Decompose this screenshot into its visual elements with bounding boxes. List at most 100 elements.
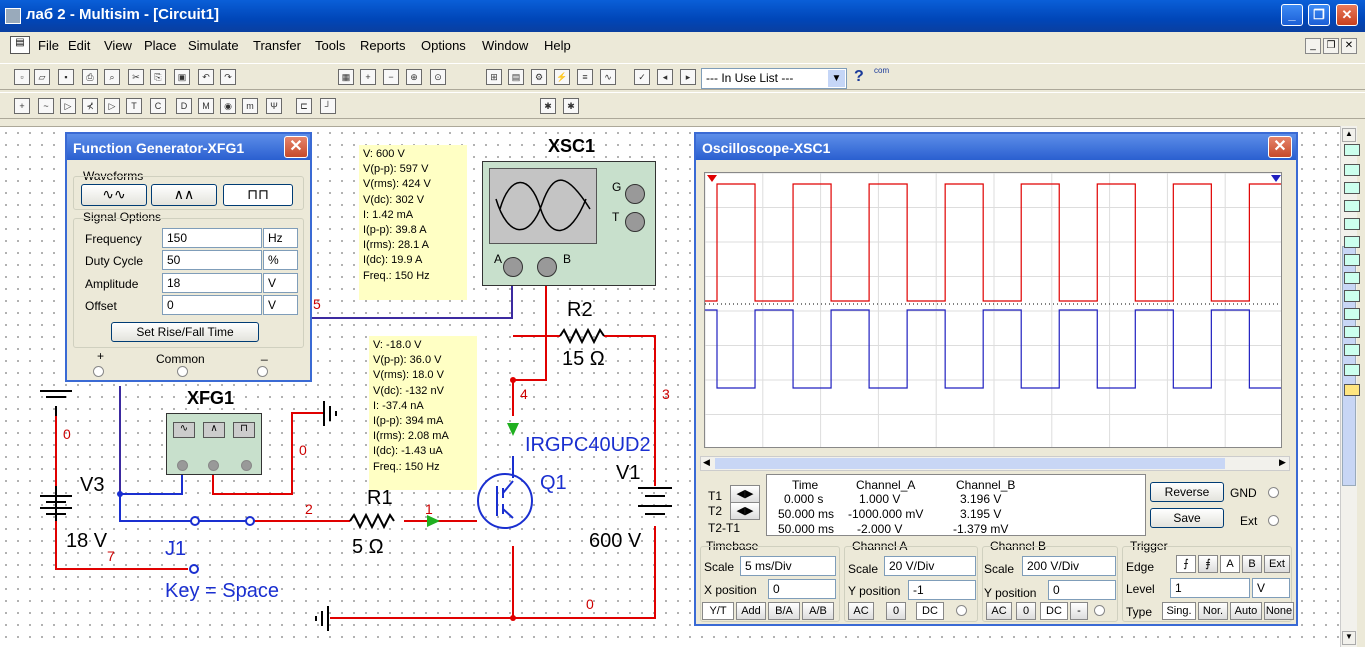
type-normal-button[interactable]: Nor. <box>1198 602 1228 620</box>
function-generator-icon[interactable] <box>1344 164 1360 176</box>
menu-edit[interactable]: Edit <box>68 38 90 53</box>
type-auto-button[interactable]: Auto <box>1230 602 1262 620</box>
trigger-a-button[interactable]: A <box>1220 555 1240 573</box>
duty-cycle-unit[interactable]: % <box>263 250 298 270</box>
open-icon[interactable]: ▱ <box>34 69 50 85</box>
scroll-down-icon[interactable]: ▼ <box>1342 631 1356 645</box>
xfg1-terminal-minus[interactable] <box>241 460 252 471</box>
mdi-close-button[interactable]: ✕ <box>1341 38 1357 54</box>
misc-icon[interactable]: m <box>242 98 258 114</box>
scope-display[interactable] <box>704 172 1282 448</box>
square-wave-button[interactable]: ⊓⊓ <box>223 184 293 206</box>
menu-view[interactable]: View <box>104 38 132 53</box>
component-wizard-icon[interactable]: ⚡ <box>554 69 570 85</box>
erc-icon[interactable]: ✓ <box>634 69 650 85</box>
gnd-radio[interactable] <box>1268 487 1279 498</box>
new-icon[interactable]: ▫ <box>14 69 30 85</box>
x-position-input[interactable]: 0 <box>768 579 836 599</box>
add-button[interactable]: Add <box>736 602 766 620</box>
channel-a-radio[interactable] <box>956 605 967 616</box>
frequency-input[interactable]: 150 <box>162 228 262 248</box>
print-icon[interactable]: ⎙ <box>82 69 98 85</box>
zoom-in-icon[interactable]: + <box>360 69 376 85</box>
freq-counter-icon[interactable] <box>1344 254 1360 266</box>
xfg1-terminal-common[interactable] <box>208 460 219 471</box>
scroll-right-icon[interactable]: ▶ <box>1279 457 1286 468</box>
scope-hscroll[interactable]: ◀ ▶ <box>700 456 1290 471</box>
channel-a-zero-button[interactable]: 0 <box>886 602 906 620</box>
database-icon[interactable]: ⚙ <box>531 69 547 85</box>
xsc1-terminal-b[interactable] <box>537 257 557 277</box>
channel-b-minus-button[interactable]: - <box>1070 602 1088 620</box>
duty-cycle-input[interactable]: 50 <box>162 250 262 270</box>
xfg1-symbol[interactable]: ∿ ∧ ⊓ <box>166 413 262 475</box>
multimeter-icon[interactable] <box>1344 144 1360 156</box>
offset-unit-select[interactable]: V <box>263 295 298 315</box>
channel-b-ac-button[interactable]: AC <box>986 602 1012 620</box>
copy-icon[interactable]: ⎘ <box>150 69 166 85</box>
basic-icon[interactable]: ~ <box>38 98 54 114</box>
triangle-wave-button[interactable]: ∧∧ <box>151 184 217 206</box>
zoom-area-icon[interactable]: ⊕ <box>406 69 422 85</box>
channel-a-dc-button[interactable]: DC <box>916 602 944 620</box>
zoom-out-icon[interactable]: − <box>383 69 399 85</box>
menu-place[interactable]: Place <box>144 38 177 53</box>
xsc1-terminal-a[interactable] <box>503 257 523 277</box>
doc-icon[interactable]: ▤ <box>10 36 30 54</box>
offset-input[interactable]: 0 <box>162 295 262 315</box>
mixed-icon[interactable]: M <box>198 98 214 114</box>
diode-icon[interactable]: ▷ <box>60 98 76 114</box>
back-annotate-icon[interactable]: ◂ <box>657 69 673 85</box>
probe-icon[interactable]: ✱ <box>540 98 556 114</box>
word-generator-icon[interactable] <box>1344 272 1360 284</box>
chevron-down-icon[interactable]: ▼ <box>828 70 845 87</box>
transistor-icon[interactable]: ⊀ <box>82 98 98 114</box>
measurement-probe-icon[interactable] <box>1344 384 1360 396</box>
indicator-icon[interactable]: ◉ <box>220 98 236 114</box>
reverse-button[interactable]: Reverse <box>1150 482 1224 502</box>
wattmeter-icon[interactable] <box>1344 182 1360 194</box>
xfg1-terminal-plus[interactable] <box>177 460 188 471</box>
close-button[interactable]: ✕ <box>1336 4 1358 26</box>
falling-edge-button[interactable]: ⨎ <box>1198 555 1218 573</box>
scope-close-button[interactable]: ✕ <box>1268 136 1292 158</box>
distortion-analyzer-icon[interactable] <box>1344 344 1360 356</box>
ext-radio[interactable] <box>1268 515 1279 526</box>
spreadsheet-icon[interactable]: ▤ <box>508 69 524 85</box>
paste-icon[interactable]: ▣ <box>174 69 190 85</box>
menu-simulate[interactable]: Simulate <box>188 38 239 53</box>
logic-analyzer-icon[interactable] <box>1344 290 1360 302</box>
cmos-icon[interactable]: C <box>150 98 166 114</box>
mdi-minimize-button[interactable]: _ <box>1305 38 1321 54</box>
ttl-icon[interactable]: T <box>126 98 142 114</box>
mdi-restore-button[interactable]: ❐ <box>1323 38 1339 54</box>
xsc1-terminal-t[interactable] <box>625 212 645 232</box>
common-terminal-radio[interactable] <box>177 366 188 377</box>
scroll-left-icon[interactable]: ◀ <box>703 457 710 468</box>
grapher-icon[interactable]: ∿ <box>600 69 616 85</box>
xsc1-symbol[interactable]: A B G T <box>482 161 656 286</box>
scope-scroll-thumb[interactable] <box>715 458 1225 469</box>
bode-plotter-icon[interactable] <box>1344 236 1360 248</box>
menu-options[interactable]: Options <box>421 38 466 53</box>
type-none-button[interactable]: None <box>1264 602 1294 620</box>
menu-file[interactable]: File <box>38 38 59 53</box>
postprocessor-icon[interactable]: ≡ <box>577 69 593 85</box>
plus-terminal-radio[interactable] <box>93 366 104 377</box>
menu-transfer[interactable]: Transfer <box>253 38 301 53</box>
in-use-list-select[interactable]: --- In Use List --- ▼ <box>701 68 847 89</box>
full-screen-icon[interactable]: ▦ <box>338 69 354 85</box>
amplitude-unit-select[interactable]: V <box>263 273 298 293</box>
hierarchy-icon[interactable]: ⊞ <box>486 69 502 85</box>
channel-b-ypos-input[interactable]: 0 <box>1048 580 1116 600</box>
agilent-icon[interactable] <box>1344 364 1360 376</box>
probe-settings-icon[interactable]: ✱ <box>563 98 579 114</box>
t2-arrows-button[interactable]: ◀▶ <box>730 502 760 520</box>
a-over-b-button[interactable]: A/B <box>802 602 834 620</box>
timebase-scale-input[interactable]: 5 ms/Div <box>740 556 836 576</box>
forward-annotate-icon[interactable]: ▸ <box>680 69 696 85</box>
maximize-button[interactable]: ❐ <box>1308 4 1330 26</box>
xsc1-terminal-g[interactable] <box>625 184 645 204</box>
channel-a-ypos-input[interactable]: -1 <box>908 580 976 600</box>
trigger-ext-button[interactable]: Ext <box>1264 555 1290 573</box>
